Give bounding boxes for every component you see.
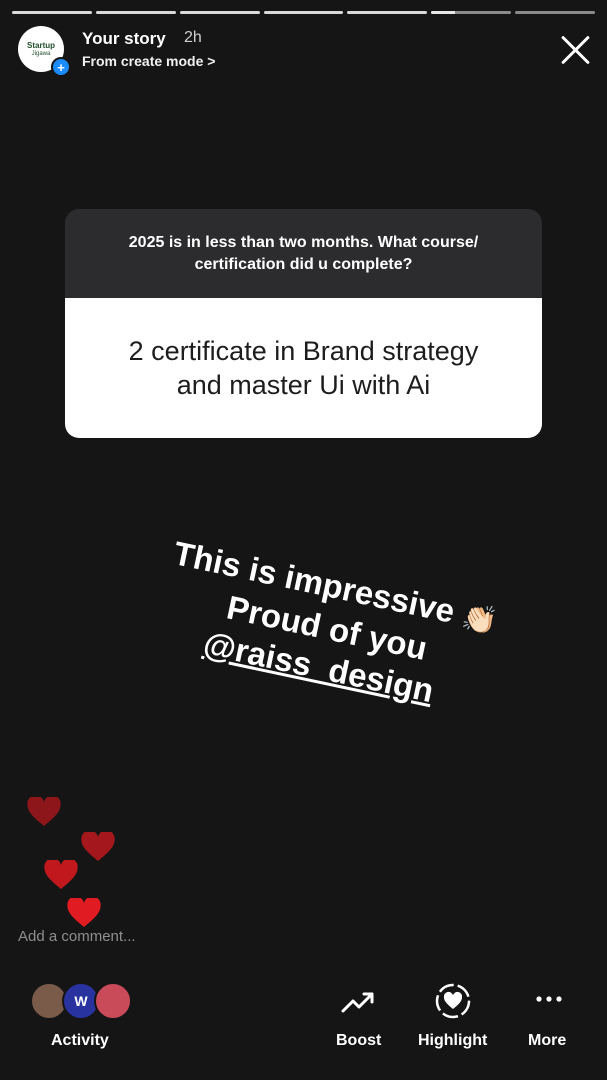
activity-label[interactable]: Activity xyxy=(51,1032,109,1050)
more-dots-icon[interactable] xyxy=(534,994,564,1004)
heart-icon xyxy=(44,858,78,890)
viewer-avatar-letter: W xyxy=(74,993,88,1009)
boost-icon[interactable] xyxy=(340,988,376,1016)
boost-label[interactable]: Boost xyxy=(336,1032,381,1050)
heart-icon xyxy=(81,830,115,862)
question-text: 2025 is in less than two months. What co… xyxy=(128,233,479,273)
progress-segment xyxy=(12,11,92,14)
heart-icon xyxy=(67,896,101,928)
highlight-heart-icon[interactable] xyxy=(434,982,472,1020)
heart-icon xyxy=(27,795,61,827)
viewer-avatar xyxy=(94,982,132,1020)
progress-segment xyxy=(179,11,260,14)
story-progress-bar xyxy=(12,11,596,14)
bottom-action-bar: W Activity Boost Highlight More xyxy=(0,980,607,1060)
comment-input[interactable]: Add a comment... xyxy=(18,928,136,945)
question-header: 2025 is in less than two months. What co… xyxy=(65,209,542,298)
progress-segment-current xyxy=(431,11,512,14)
story-time: 2h xyxy=(184,29,202,46)
clapping-hands-icon: 👏🏻 xyxy=(459,600,501,639)
avatar-logo-subtext: Jigawa xyxy=(31,50,51,57)
story-title[interactable]: Your story xyxy=(82,29,166,49)
highlight-label[interactable]: Highlight xyxy=(418,1032,487,1050)
progress-segment xyxy=(263,11,344,14)
more-label[interactable]: More xyxy=(528,1032,566,1050)
progress-segment xyxy=(515,11,596,14)
story-header: Startup Jigawa + Your story 2h From crea… xyxy=(18,26,593,77)
avatar-logo-text: Startup xyxy=(27,40,55,50)
answer-text: 2 certificate in Brand strategy and mast… xyxy=(128,336,479,400)
close-icon[interactable] xyxy=(559,32,593,66)
progress-segment xyxy=(347,11,428,14)
story-text-overlay: This is impressive 👏🏻 Proud of you @rais… xyxy=(129,528,526,726)
create-mode-link[interactable]: From create mode > xyxy=(82,53,215,69)
add-story-plus-icon[interactable]: + xyxy=(51,57,71,77)
question-sticker[interactable]: 2025 is in less than two months. What co… xyxy=(65,209,542,438)
activity-button[interactable]: W xyxy=(30,982,140,1022)
answer-area: 2 certificate in Brand strategy and mast… xyxy=(65,298,542,438)
progress-segment xyxy=(95,11,176,14)
